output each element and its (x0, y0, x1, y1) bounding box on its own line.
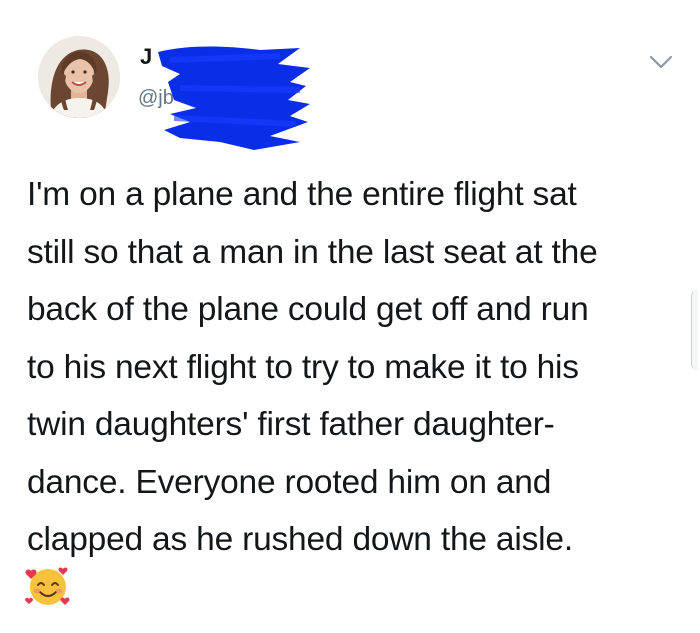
avatar[interactable] (38, 36, 120, 118)
tweet-text-line: to his next flight to try to make it to … (27, 348, 579, 386)
smiling-face-with-hearts-icon (25, 567, 70, 605)
tweet-text-line: back of the plane could get off and run (27, 291, 589, 328)
tweet-text-line: I'm on a plane and the entire flight sat (27, 176, 577, 213)
redaction-scribble (158, 46, 310, 150)
tweet-text-line: still so that a man in the last seat at … (27, 233, 598, 271)
tweet-text-line: dance. Everyone rooted him on and (27, 463, 552, 501)
tweet-card: J @jb I'm on a plane and the entire flig… (0, 0, 700, 633)
avatar-photo (38, 36, 120, 118)
tweet-text-line: clapped as he rushed down the aisle. (27, 521, 573, 558)
chevron-down-icon[interactable] (648, 52, 674, 72)
tweet-text-line: twin daughters' first father daughter- (27, 406, 555, 443)
tweet-text: I'm on a plane and the entire flight sat… (27, 166, 682, 569)
scrollbar[interactable] (691, 290, 698, 370)
